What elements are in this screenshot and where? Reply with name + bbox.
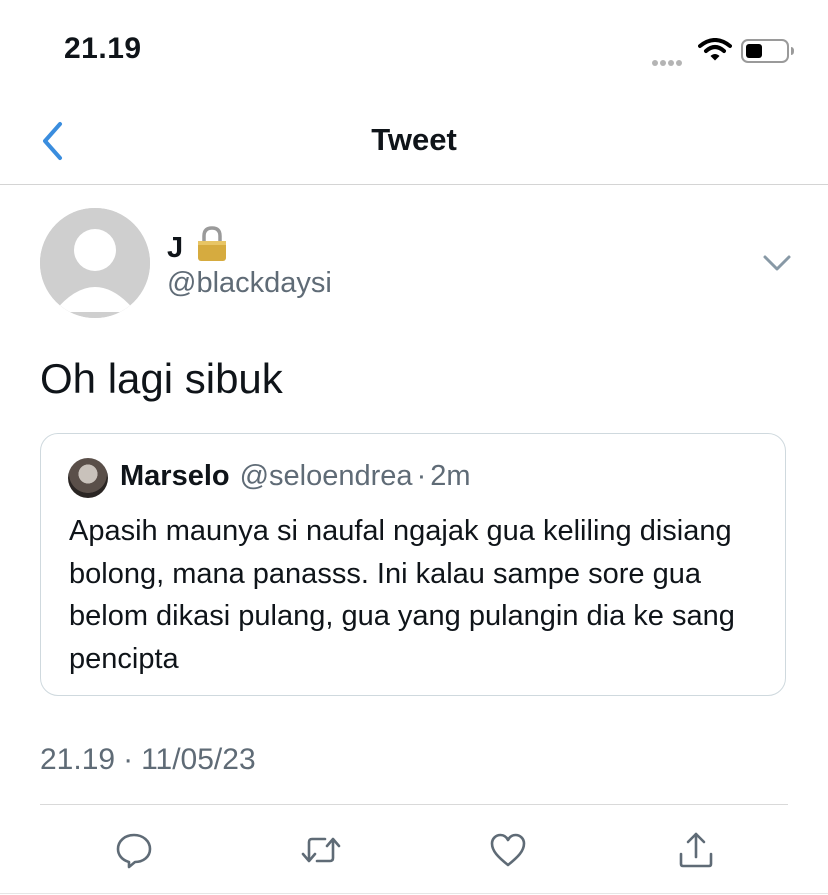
more-options-button[interactable] — [760, 250, 794, 276]
timestamp-time: 21.19 — [40, 743, 116, 776]
quoted-author-handle: @seloendrea — [239, 460, 413, 492]
timestamp-divider — [40, 804, 788, 805]
timestamp-separator: · — [123, 743, 134, 776]
share-icon — [679, 832, 713, 868]
avatar[interactable] — [40, 208, 150, 318]
page-title: Tweet — [371, 122, 457, 157]
quoted-tweet-header: Marselo @seloendrea · 2m — [120, 460, 471, 493]
tweet-timestamp: 21.19 · 11/05/23 — [40, 743, 256, 777]
quoted-tweet-avatar — [68, 458, 108, 498]
timestamp-date: 11/05/23 — [141, 743, 256, 776]
lock-icon — [195, 225, 229, 271]
quoted-tweet-time: 2m — [430, 460, 471, 492]
author-handle[interactable]: @blackdaysi — [167, 267, 332, 300]
quoted-author-name: Marselo — [120, 460, 230, 492]
author-name[interactable]: J — [167, 225, 229, 271]
author-display-name: J — [167, 231, 184, 264]
reply-button[interactable] — [112, 828, 156, 872]
share-button[interactable] — [674, 828, 718, 872]
like-button[interactable] — [486, 828, 530, 872]
heart-icon — [490, 833, 526, 867]
wifi-icon — [698, 38, 732, 67]
status-time: 21.19 — [64, 32, 142, 65]
retweet-icon — [301, 837, 341, 863]
retweet-button[interactable] — [299, 828, 343, 872]
bottom-divider — [0, 893, 828, 894]
reply-icon — [116, 833, 152, 869]
quoted-tweet-text: Apasih maunya si naufal ngajak gua kelil… — [69, 515, 735, 675]
chevron-down-icon — [763, 255, 791, 271]
battery-icon — [740, 38, 796, 69]
header-divider — [0, 184, 828, 185]
default-avatar-icon — [40, 208, 150, 318]
quoted-separator: · — [416, 460, 427, 492]
cellular-signal-icon — [652, 53, 690, 66]
tweet-text: Oh lagi sibuk — [40, 355, 283, 402]
